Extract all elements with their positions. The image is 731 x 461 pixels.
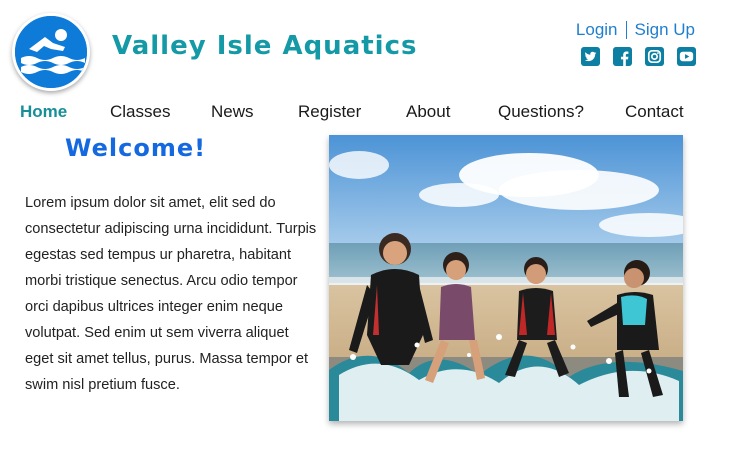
nav-about[interactable]: About bbox=[406, 102, 450, 122]
beach-kids-photo bbox=[329, 135, 683, 421]
nav-home[interactable]: Home bbox=[20, 102, 67, 122]
auth-links: Login Sign Up bbox=[576, 20, 695, 40]
youtube-icon[interactable] bbox=[677, 47, 696, 66]
signup-link[interactable]: Sign Up bbox=[635, 20, 695, 40]
social-links bbox=[581, 47, 696, 66]
auth-divider bbox=[625, 21, 627, 39]
site-title: Valley Isle Aquatics bbox=[112, 31, 418, 61]
facebook-icon[interactable] bbox=[613, 47, 632, 66]
swimmer-logo-icon bbox=[15, 16, 87, 88]
nav-news[interactable]: News bbox=[211, 102, 254, 122]
instagram-icon[interactable] bbox=[645, 47, 664, 66]
twitter-icon[interactable] bbox=[581, 47, 600, 66]
nav-classes[interactable]: Classes bbox=[110, 102, 170, 122]
login-link[interactable]: Login bbox=[576, 20, 618, 40]
main-nav: Home Classes News Register About Questio… bbox=[20, 102, 690, 124]
nav-questions[interactable]: Questions? bbox=[498, 102, 584, 122]
nav-register[interactable]: Register bbox=[298, 102, 361, 122]
welcome-heading: Welcome! bbox=[65, 134, 207, 162]
welcome-text: Lorem ipsum dolor sit amet, elit sed do … bbox=[25, 195, 317, 393]
hero-photo bbox=[329, 135, 683, 421]
site-logo[interactable] bbox=[12, 13, 90, 91]
nav-contact[interactable]: Contact bbox=[625, 102, 684, 122]
